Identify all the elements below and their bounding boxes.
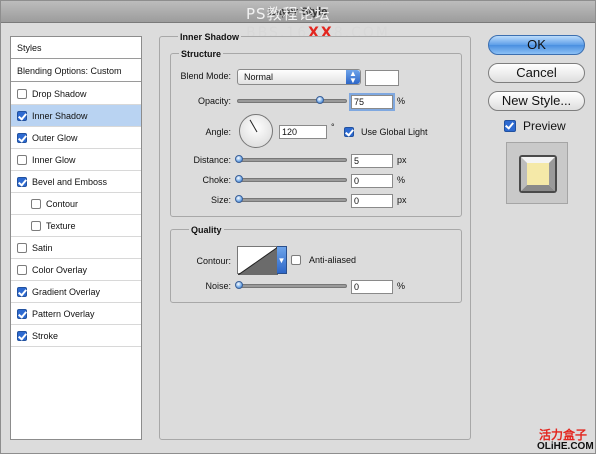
choke-unit: %: [397, 175, 406, 185]
style-checkbox[interactable]: [17, 286, 27, 297]
cancel-button[interactable]: Cancel: [488, 63, 585, 83]
blending-options-item[interactable]: Blending Options: Custom: [11, 60, 141, 82]
style-checkbox[interactable]: [17, 264, 27, 275]
blend-mode-label: Blend Mode:: [180, 71, 231, 81]
anti-aliased-label: Anti-aliased: [309, 255, 357, 265]
watermark-brand: OLiHE.COM: [537, 441, 594, 452]
distance-label: Distance:: [193, 155, 231, 165]
style-item-label: Stroke: [32, 330, 59, 341]
angle-label: Angle:: [205, 127, 231, 137]
ok-button[interactable]: OK: [488, 35, 585, 55]
style-checkbox[interactable]: [17, 308, 27, 319]
size-unit: px: [397, 195, 407, 205]
noise-slider[interactable]: [237, 284, 347, 288]
style-checkbox[interactable]: [17, 242, 27, 253]
angle-unit: °: [331, 122, 335, 132]
contour-preview[interactable]: [237, 246, 279, 276]
select-updown-icon: ▲ ▼: [346, 70, 360, 85]
inner-shadow-panel: Inner Shadow Structure Blend Mode: Norma…: [159, 32, 471, 440]
noise-input[interactable]: 0: [351, 280, 393, 294]
style-item-outer-glow[interactable]: Outer Glow: [11, 127, 141, 149]
contour-dropdown-arrow-icon[interactable]: ▼: [277, 246, 287, 274]
structure-group: Structure Blend Mode: Normal ▲ ▼ Opacity:…: [170, 49, 462, 217]
quality-group: Quality Contour: ▼ Anti-aliased Noise: 0…: [170, 225, 462, 303]
style-item-inner-glow[interactable]: Inner Glow: [11, 149, 141, 171]
blend-mode-select[interactable]: Normal ▲ ▼: [237, 69, 361, 85]
angle-needle-icon: [249, 119, 258, 133]
opacity-unit: %: [397, 96, 406, 106]
style-item-label: Satin: [32, 242, 53, 253]
style-item-label: Contour: [46, 198, 79, 209]
blend-mode-value: Normal: [244, 72, 274, 82]
style-item-label: Outer Glow: [32, 132, 78, 143]
preview-label: Preview: [523, 119, 566, 133]
size-slider-thumb[interactable]: [235, 195, 243, 203]
style-checkbox[interactable]: [31, 220, 41, 231]
opacity-label: Opacity:: [197, 96, 231, 106]
style-item-label: Bevel and Emboss: [32, 176, 108, 187]
anti-aliased-checkbox[interactable]: [291, 255, 301, 265]
style-item-inner-shadow[interactable]: Inner Shadow: [11, 105, 141, 127]
opacity-slider[interactable]: [237, 99, 347, 103]
use-global-light-checkbox[interactable]: [344, 127, 354, 137]
style-checkbox[interactable]: [17, 132, 27, 143]
styles-list: Styles Blending Options: Custom Drop Sha…: [10, 36, 142, 440]
style-item-pattern-overlay[interactable]: Pattern Overlay: [11, 303, 141, 325]
choke-slider-thumb[interactable]: [235, 175, 243, 183]
inner-shadow-title: Inner Shadow: [178, 32, 242, 42]
style-item-label: Gradient Overlay: [32, 286, 101, 297]
angle-input[interactable]: 120: [279, 125, 327, 139]
style-item-label: Texture: [46, 220, 76, 231]
style-item-label: Inner Glow: [32, 154, 76, 165]
styles-header[interactable]: Styles: [11, 37, 141, 59]
choke-label: Choke:: [202, 175, 231, 185]
preview-checkbox[interactable]: [504, 120, 516, 132]
size-label: Size:: [210, 195, 231, 205]
style-checkbox[interactable]: [17, 88, 27, 99]
contour-linear-icon: [237, 246, 279, 276]
style-item-label: Inner Shadow: [32, 110, 88, 121]
style-checkbox[interactable]: [17, 176, 27, 187]
choke-input[interactable]: 0: [351, 174, 393, 188]
shadow-color-swatch[interactable]: [365, 70, 399, 86]
style-checkbox[interactable]: [17, 154, 27, 165]
angle-dial[interactable]: [239, 114, 273, 148]
opacity-input[interactable]: 75: [351, 95, 393, 109]
layer-style-dialog: Layer Style PS教程论坛 BBS.16XX8.COM Styles …: [0, 0, 596, 454]
noise-unit: %: [397, 281, 406, 291]
quality-title: Quality: [189, 225, 224, 235]
opacity-slider-thumb[interactable]: [315, 96, 324, 104]
style-checkbox[interactable]: [31, 198, 41, 209]
distance-unit: px: [397, 155, 407, 165]
distance-input[interactable]: 5: [351, 154, 393, 168]
style-item-satin[interactable]: Satin: [11, 237, 141, 259]
new-style-button[interactable]: New Style...: [488, 91, 585, 111]
watermark-top: PS教程论坛: [246, 5, 331, 23]
style-item-label: Drop Shadow: [32, 88, 87, 99]
style-item-gradient-overlay[interactable]: Gradient Overlay: [11, 281, 141, 303]
style-checkbox[interactable]: [17, 110, 27, 121]
style-item-bevel-and-emboss[interactable]: Bevel and Emboss: [11, 171, 141, 193]
style-item-stroke[interactable]: Stroke: [11, 325, 141, 347]
style-item-label: Color Overlay: [32, 264, 88, 275]
use-global-light-label: Use Global Light: [361, 127, 428, 137]
style-item-label: Pattern Overlay: [32, 308, 95, 319]
noise-slider-thumb[interactable]: [235, 281, 243, 289]
choke-slider[interactable]: [237, 178, 347, 182]
distance-slider-thumb[interactable]: [235, 155, 243, 163]
preview-bevel-square-icon: [519, 155, 557, 193]
size-input[interactable]: 0: [351, 194, 393, 208]
distance-slider[interactable]: [237, 158, 347, 162]
contour-label: Contour:: [196, 256, 231, 266]
style-item-drop-shadow[interactable]: Drop Shadow: [11, 83, 141, 105]
style-preview: [506, 142, 568, 204]
style-item-color-overlay[interactable]: Color Overlay: [11, 259, 141, 281]
style-item-contour[interactable]: Contour: [11, 193, 141, 215]
size-slider[interactable]: [237, 198, 347, 202]
structure-title: Structure: [179, 49, 224, 59]
style-item-texture[interactable]: Texture: [11, 215, 141, 237]
preview-toggle[interactable]: Preview: [504, 119, 566, 133]
style-checkbox[interactable]: [17, 330, 27, 341]
noise-label: Noise:: [205, 281, 231, 291]
